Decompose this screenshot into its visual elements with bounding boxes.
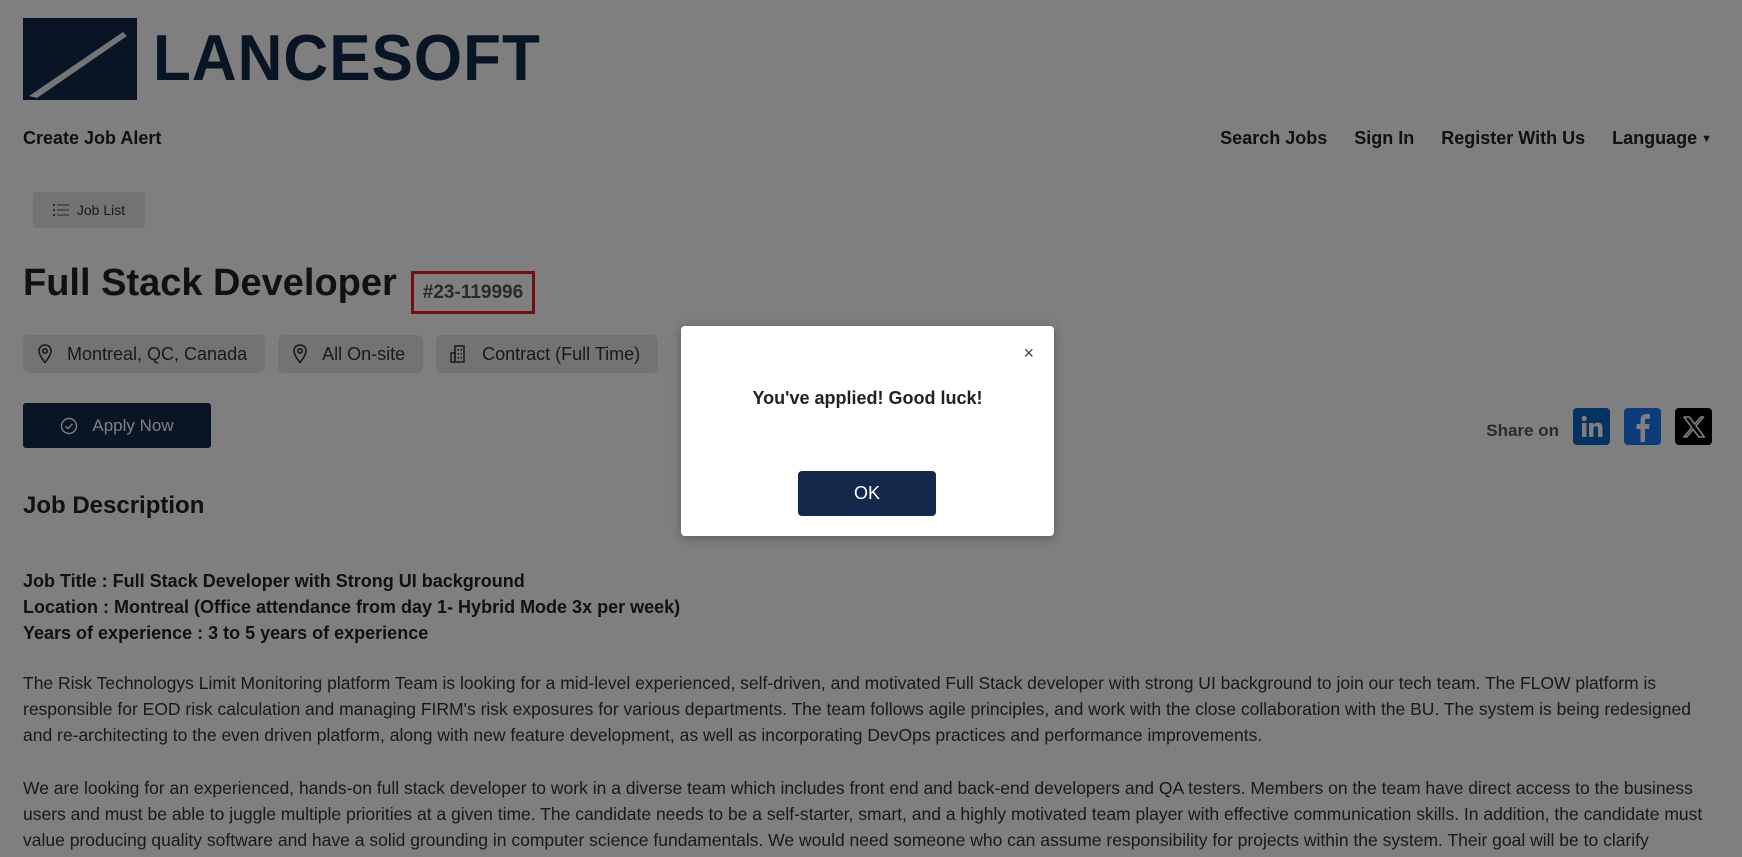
applied-dialog: × You've applied! Good luck! OK xyxy=(681,326,1054,536)
dialog-message: You've applied! Good luck! xyxy=(752,388,983,408)
ok-button[interactable]: OK xyxy=(798,471,936,516)
close-icon[interactable]: × xyxy=(1023,344,1034,362)
